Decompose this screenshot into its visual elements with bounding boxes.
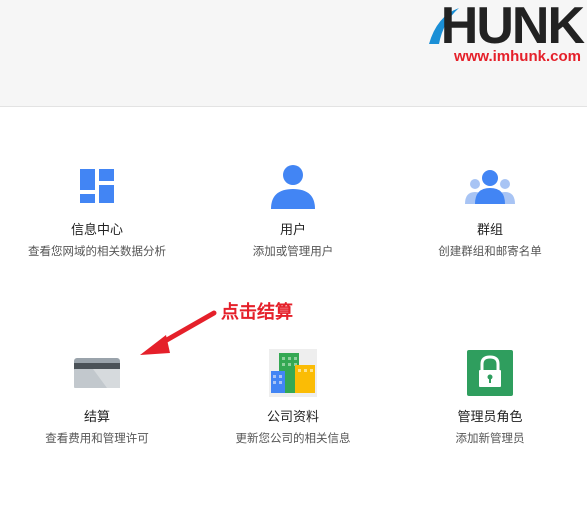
card-company-profile[interactable]: 公司资料 更新您公司的相关信息 (198, 343, 388, 447)
hunk-logo: HUNK www.imhunk.com (427, 0, 585, 70)
company-building-icon (263, 343, 323, 403)
card-groups[interactable]: 群组 创建群组和邮寄名单 (395, 156, 585, 260)
card-title: 群组 (476, 223, 503, 238)
card-title: 管理员角色 (457, 410, 523, 425)
card-users[interactable]: 用户 添加或管理用户 (198, 156, 388, 260)
dashboard-icon (67, 156, 127, 216)
logo-brand-text: HUNK (440, 0, 585, 55)
card-desc: 查看您网域的相关数据分析 (28, 244, 166, 258)
card-desc: 查看费用和管理许可 (45, 431, 149, 445)
card-title: 信息中心 (70, 223, 123, 238)
card-desc: 创建群组和邮寄名单 (438, 244, 542, 258)
annotation-arrow-icon (140, 310, 217, 355)
card-desc: 添加新管理员 (455, 431, 525, 445)
card-title: 公司资料 (266, 410, 319, 425)
logo-url-text: www.imhunk.com (454, 48, 581, 65)
header-bar: HUNK www.imhunk.com (0, 0, 587, 107)
card-dashboard[interactable]: 信息中心 查看您网域的相关数据分析 (2, 156, 192, 260)
card-admin-roles[interactable]: 管理员角色 添加新管理员 (395, 343, 585, 447)
card-desc: 添加或管理用户 (252, 244, 334, 258)
card-desc: 更新您公司的相关信息 (235, 431, 351, 445)
user-icon (263, 156, 323, 216)
card-title: 结算 (83, 410, 110, 425)
admin-lock-icon (460, 343, 520, 403)
annotation-text: 点击结算 (221, 302, 293, 323)
card-title: 用户 (279, 223, 306, 238)
billing-card-icon (67, 343, 127, 403)
group-icon (460, 156, 520, 216)
